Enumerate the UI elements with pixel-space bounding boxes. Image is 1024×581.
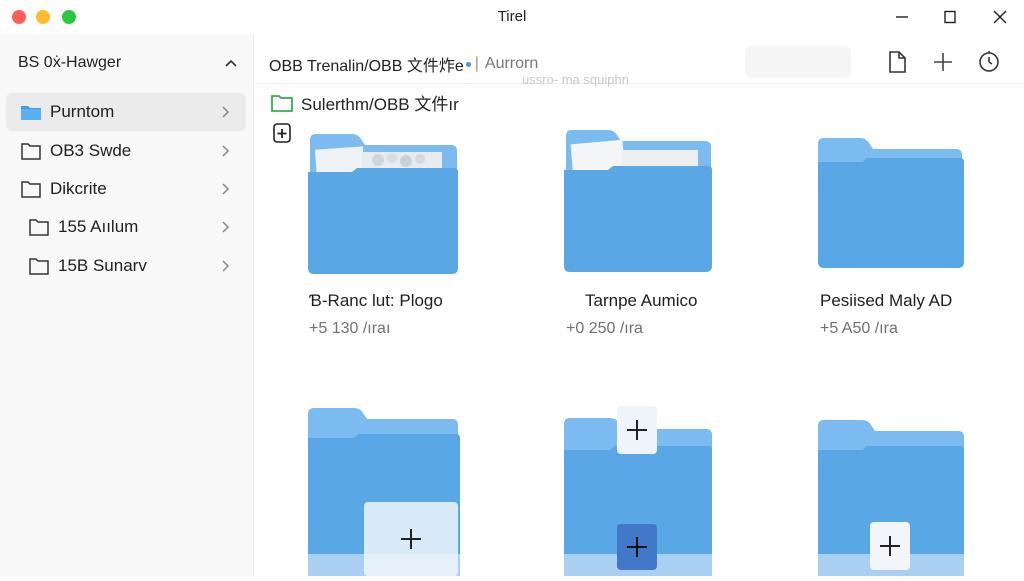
chevron-right-icon: [222, 106, 230, 118]
sidebar-item-label: Purntom: [50, 102, 115, 121]
minimize-icon[interactable]: [888, 6, 916, 28]
sidebar-item-label: 15B Sunarv: [58, 256, 147, 275]
breadcrumb-location[interactable]: Aurrorn: [485, 55, 538, 73]
add-item-badge[interactable]: [364, 502, 458, 576]
tile-name: Tarnpe Aumico: [585, 291, 698, 310]
folder-filled-icon: [20, 102, 42, 122]
sidebar-item-dikcrite[interactable]: Dikcrite: [6, 170, 246, 208]
recent-clock-icon[interactable]: [975, 48, 1003, 76]
tile-meta: +5 130 /ıraı: [309, 320, 391, 337]
breadcrumb-path[interactable]: OBB Trenalin/OBB 文件炸e: [269, 52, 464, 76]
search-field[interactable]: [745, 46, 851, 78]
sidebar: BS 0ẋ-Hawger Purntom OB3 Swde Dikcrite 1…: [0, 34, 254, 576]
sidebar-item-label: Dikcrite: [50, 179, 107, 198]
folder-icon[interactable]: [816, 136, 964, 268]
maximize-icon[interactable]: [936, 6, 964, 28]
toolbar: OBB Trenalin/OBB 文件炸e | Aurrorn: [255, 40, 1024, 84]
subfolder-path[interactable]: Sulerthm/OBB 文件ır: [271, 90, 459, 115]
add-item-badge[interactable]: [617, 524, 657, 570]
tile-meta: +0 250 /ıra: [566, 320, 643, 337]
window-title: Tirel: [497, 8, 527, 25]
folder-outline-icon: [20, 179, 42, 199]
sidebar-header-label: BS 0ẋ-Hawger: [18, 54, 122, 71]
add-icon[interactable]: [929, 48, 957, 76]
close-icon[interactable]: [986, 6, 1014, 28]
add-item-badge[interactable]: [617, 406, 657, 454]
folder-icon[interactable]: [562, 126, 712, 272]
sidebar-item-label: 155 Aıılum: [58, 217, 139, 236]
folder-outline-icon: [28, 256, 50, 276]
sidebar-header[interactable]: BS 0ẋ-Hawger: [18, 52, 238, 74]
chevron-right-icon: [222, 183, 230, 195]
tile-meta: +5 A50 /ıra: [820, 320, 898, 337]
chevron-up-icon[interactable]: [224, 56, 238, 70]
folder-green-icon: [271, 94, 293, 112]
breadcrumb-separator: |: [474, 55, 479, 72]
sidebar-item-label: OB3 Swde: [50, 141, 132, 160]
title-bar: Tirel: [0, 0, 1024, 34]
subfolder-path-label: Sulerthm/OBB 文件ır: [301, 95, 459, 114]
add-folder-icon[interactable]: [271, 122, 293, 144]
sidebar-item-15b-sunarv[interactable]: 15B Sunarv: [20, 247, 246, 285]
chevron-right-icon: [222, 221, 230, 233]
sidebar-item-ob3-swde[interactable]: OB3 Swde: [6, 132, 246, 170]
new-file-icon[interactable]: [883, 48, 911, 76]
chevron-right-icon: [222, 145, 230, 157]
breadcrumb[interactable]: OBB Trenalin/OBB 文件炸e | Aurrorn: [269, 52, 538, 76]
folder-icon[interactable]: [306, 130, 458, 274]
add-item-badge[interactable]: [870, 522, 910, 570]
sidebar-item-purntom[interactable]: Purntom: [6, 93, 246, 131]
folder-outline-icon: [28, 217, 50, 237]
tile-name: Ɓ-Ranc lut: Plogo: [309, 291, 443, 310]
folder-outline-icon: [20, 141, 42, 161]
sidebar-item-155-aiilum[interactable]: 155 Aıılum: [20, 208, 246, 246]
tile-name: Pesiised Maly AD: [820, 291, 953, 310]
faded-caption: ussro- ma squiphn: [522, 72, 629, 87]
status-dot: [465, 61, 471, 67]
chevron-right-icon: [222, 260, 230, 272]
